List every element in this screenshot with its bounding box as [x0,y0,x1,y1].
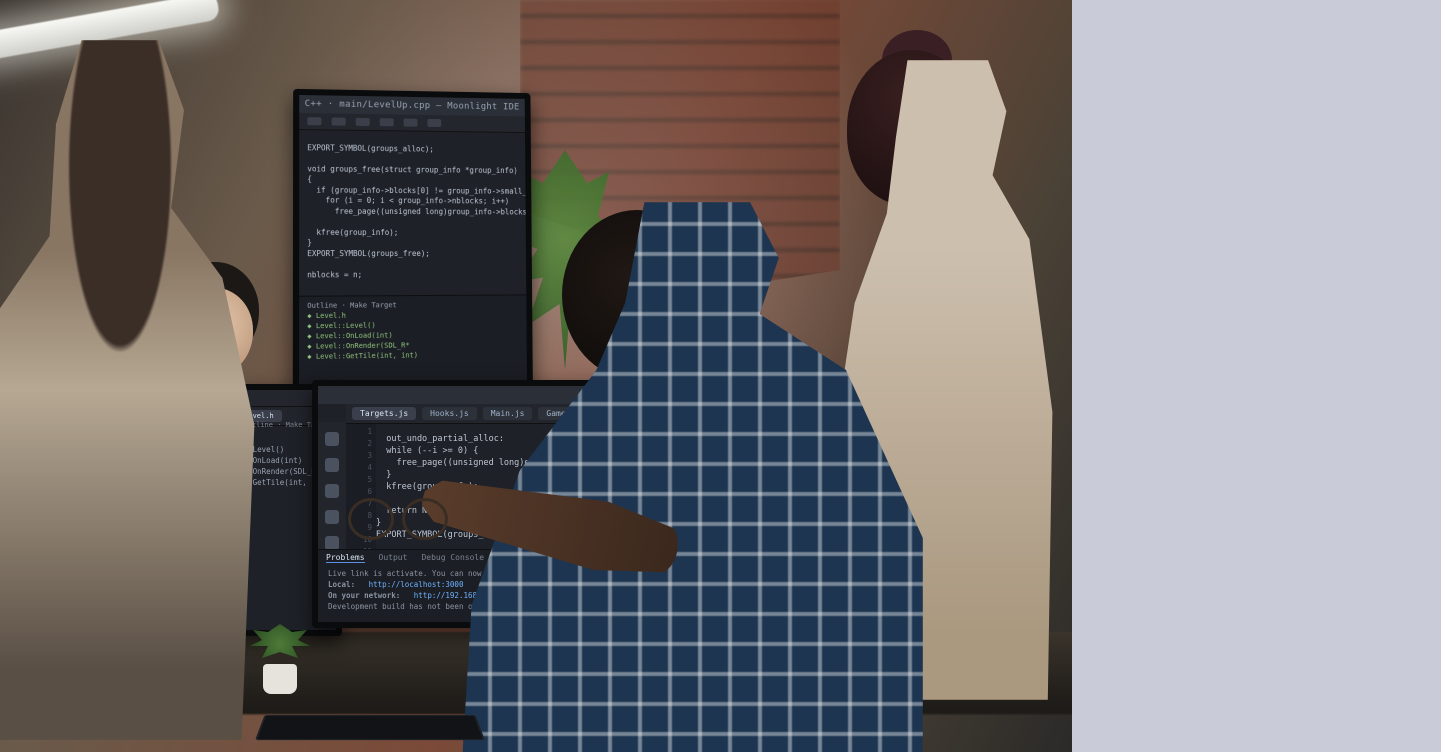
window-title [318,386,614,404]
keyboard [255,715,485,740]
panel-tab[interactable]: Debug Console [421,553,484,563]
window-title: C++ · main/LevelUp.cpp — Moonlight IDE [299,95,525,116]
debug-icon[interactable] [325,510,339,524]
search-icon[interactable] [325,458,339,472]
panel-tab[interactable]: Problems [326,553,365,563]
tab[interactable]: Hooks.js [422,407,477,420]
panel-tab[interactable]: Output [379,553,408,563]
scene-root: C++ · main/LevelUp.cpp — Moonlight IDE E… [0,0,1441,752]
desk-plant [250,624,310,694]
monitor-back: C++ · main/LevelUp.cpp — Moonlight IDE E… [293,89,533,405]
blank-sidebar [1072,0,1441,752]
eyeglasses-held [348,490,448,540]
files-icon[interactable] [325,432,339,446]
branch-icon[interactable] [325,484,339,498]
outline-item: ◆ Level::GetTile(int, int) [307,349,519,362]
toolbar [299,113,525,133]
extensions-icon[interactable] [325,536,339,550]
activity-bar [318,422,346,550]
person-left [0,40,280,740]
code-editor: EXPORT_SYMBOL(groups_alloc); void groups… [307,143,522,281]
tab[interactable]: Main.js [483,407,533,420]
tab[interactable]: Targets.js [352,407,416,420]
photo-area: C++ · main/LevelUp.cpp — Moonlight IDE E… [0,0,1072,752]
